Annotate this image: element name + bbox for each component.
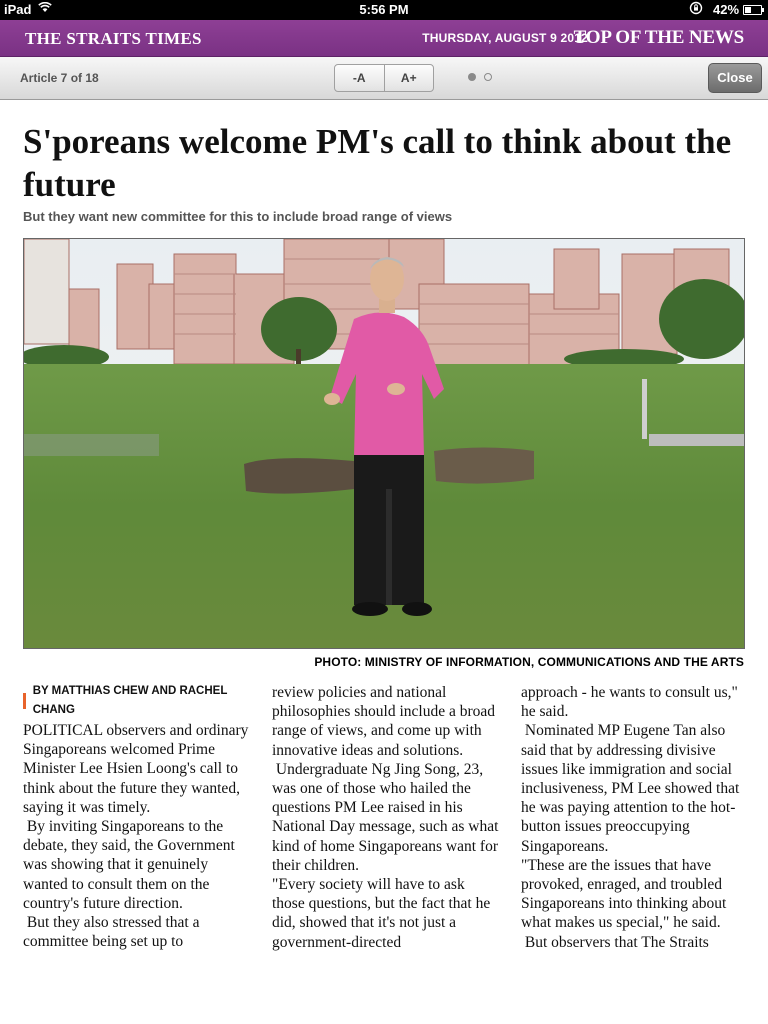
paragraph: "These are the issues that have provoked… bbox=[521, 856, 731, 932]
close-button[interactable]: Close bbox=[708, 63, 762, 93]
battery-level bbox=[745, 7, 752, 13]
paragraph: Nominated MP Eugene Tan also said that b… bbox=[521, 722, 744, 855]
rotation-lock-icon bbox=[689, 1, 703, 18]
page-dot[interactable] bbox=[484, 73, 492, 81]
article-column-3: approach - he wants to consult us," he s… bbox=[521, 683, 748, 952]
increase-font-button[interactable]: A+ bbox=[383, 65, 434, 91]
battery-icon bbox=[743, 5, 764, 15]
paragraph: By inviting Singaporeans to the debate, … bbox=[23, 818, 239, 912]
font-size-control: -A A+ bbox=[334, 64, 434, 92]
section-title: TOP OF THE NEWS bbox=[573, 27, 745, 48]
paragraph: Undergraduate Ng Jing Song, 23, was one … bbox=[272, 760, 503, 874]
edition-date: THURSDAY, AUGUST 9 2012 bbox=[422, 31, 588, 45]
photo-credit: PHOTO: MINISTRY OF INFORMATION, COMMUNIC… bbox=[314, 655, 744, 669]
article-body: BY MATTHIAS CHEW AND RACHEL CHANG POLITI… bbox=[23, 683, 748, 952]
paragraph: But observers that The Straits bbox=[521, 933, 709, 951]
byline-text: BY MATTHIAS CHEW AND RACHEL CHANG bbox=[32, 684, 228, 716]
clock: 5:56 PM bbox=[359, 2, 409, 17]
paragraph: POLITICAL observers and ordinary Singapo… bbox=[23, 722, 253, 816]
article-counter: Article 7 of 18 bbox=[20, 71, 99, 85]
photo-scene bbox=[24, 239, 744, 648]
byline: BY MATTHIAS CHEW AND RACHEL CHANG bbox=[23, 685, 250, 716]
byline-accent bbox=[23, 693, 26, 709]
page-dot-current[interactable] bbox=[468, 73, 476, 81]
article-headline: S'poreans welcome PM's call to think abo… bbox=[23, 122, 732, 204]
article-column-2: review policies and national philosophie… bbox=[272, 683, 499, 952]
article-photo bbox=[23, 238, 745, 649]
article-column-1: BY MATTHIAS CHEW AND RACHEL CHANG POLITI… bbox=[23, 683, 250, 952]
decrease-font-button[interactable]: -A bbox=[335, 65, 384, 91]
status-bar: iPad 5:56 PM 42% bbox=[0, 0, 768, 20]
paragraph: But they also stressed that a committee … bbox=[23, 914, 204, 951]
page-indicator[interactable] bbox=[468, 73, 492, 81]
paragraph: review policies and national philosophie… bbox=[272, 684, 499, 759]
paragraph: "Every society will have to ask those qu… bbox=[272, 876, 495, 951]
article-standfirst: But they want new committee for this to … bbox=[23, 209, 453, 224]
masthead: THE STRAITS TIMES THURSDAY, AUGUST 9 201… bbox=[0, 20, 768, 57]
publication-logo: THE STRAITS TIMES bbox=[25, 29, 202, 48]
article-toolbar: Article 7 of 18 -A A+ Close bbox=[0, 57, 768, 100]
battery-percent: 42% bbox=[713, 2, 740, 17]
paragraph: approach - he wants to consult us," he s… bbox=[521, 684, 742, 721]
